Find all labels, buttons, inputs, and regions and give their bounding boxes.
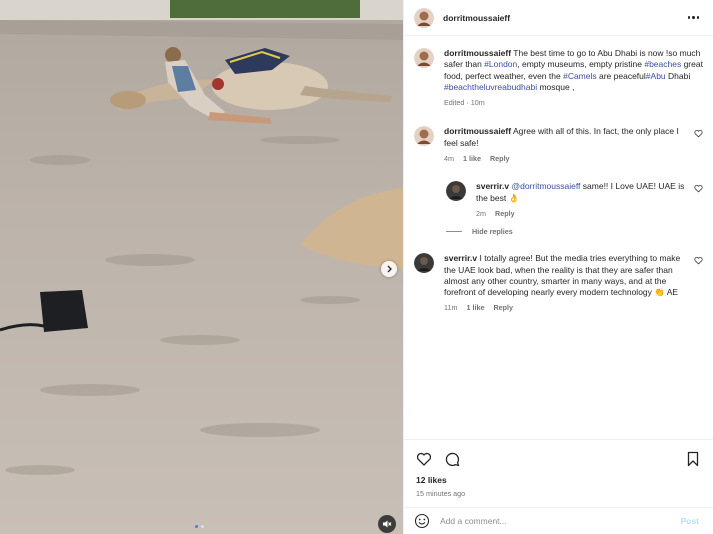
likes-count[interactable]: 12 likes <box>416 475 701 485</box>
next-media-button[interactable] <box>381 261 397 277</box>
author-username[interactable]: dorritmoussaieff <box>443 13 510 23</box>
comments-list[interactable]: dorritmoussaieff The best time to go to … <box>404 36 713 439</box>
hide-replies-button[interactable]: Hide replies <box>446 227 703 236</box>
carousel-dot <box>195 525 198 528</box>
caption-meta: Edited · 10m <box>444 97 703 108</box>
comment: dorritmoussaieff Agree with all of this.… <box>414 126 703 164</box>
comment-meta: 4m 1 like Reply <box>444 153 689 164</box>
heart-icon[interactable] <box>694 184 703 193</box>
avatar[interactable] <box>446 181 466 202</box>
comment-username[interactable]: dorritmoussaieff <box>444 126 511 136</box>
divider <box>446 231 462 233</box>
post-comment-button[interactable]: Post <box>681 516 699 526</box>
post-timestamp: 15 minutes ago <box>416 489 466 498</box>
comment-username[interactable]: sverrir.v <box>476 181 509 191</box>
post-sidebar: dorritmoussaieff dorritmoussaieff The be… <box>403 0 713 534</box>
instagram-post-viewer: dorritmoussaieff dorritmoussaieff The be… <box>0 0 713 534</box>
post-actions: 12 likes 15 minutes ago <box>404 439 713 498</box>
comment-icon[interactable] <box>444 451 460 467</box>
comment-meta: 11m 1 like Reply <box>444 302 689 313</box>
chevron-right-icon <box>387 265 392 273</box>
comment: sverrir.v I totally agree! But the media… <box>414 253 703 313</box>
caption-username[interactable]: dorritmoussaieff <box>444 48 511 58</box>
comment-time: 4m <box>444 154 454 164</box>
caption-text: mosque , <box>537 81 575 92</box>
caption-text: are peaceful <box>596 70 646 81</box>
speaker-muted-icon <box>383 520 392 528</box>
reply-button[interactable]: Reply <box>490 153 510 164</box>
more-options-icon[interactable] <box>687 16 699 19</box>
mention-link[interactable]: @dorritmoussaieff <box>511 181 580 191</box>
avatar[interactable] <box>414 7 434 28</box>
caption-text: , empty museums, empty pristine <box>517 59 645 70</box>
beach-camel-photo <box>0 0 403 534</box>
comment-likes[interactable]: 1 like <box>463 153 481 164</box>
avatar[interactable] <box>414 48 434 68</box>
hashtag-link[interactable]: #Camels <box>563 71 597 81</box>
post-caption: dorritmoussaieff The best time to go to … <box>414 48 703 108</box>
reply-button[interactable]: Reply <box>495 208 515 219</box>
post-media[interactable] <box>0 0 403 534</box>
hashtag-link[interactable]: #London <box>484 59 517 69</box>
comment-time: 11m <box>444 303 458 313</box>
reply-button[interactable]: Reply <box>493 302 513 313</box>
caption-text: Dhabi <box>665 70 691 81</box>
avatar[interactable] <box>414 126 434 147</box>
hashtag-link[interactable]: #beachtheluvreabudhabi <box>444 82 537 92</box>
post-header: dorritmoussaieff <box>404 0 713 36</box>
action-bar <box>416 450 701 468</box>
hashtag-link[interactable]: #beaches <box>644 59 681 69</box>
carousel-indicator <box>195 525 204 528</box>
comment-likes[interactable]: 1 like <box>466 302 484 313</box>
comment-username[interactable]: sverrir.v <box>444 253 477 263</box>
hashtag-link[interactable]: #Abu <box>646 71 666 81</box>
bookmark-icon[interactable] <box>685 451 701 467</box>
avatar[interactable] <box>414 253 434 274</box>
comment-input[interactable] <box>440 516 681 526</box>
carousel-dot <box>201 525 204 528</box>
hide-replies-label: Hide replies <box>472 227 513 237</box>
heart-icon[interactable] <box>416 451 432 467</box>
add-comment-bar: Post <box>404 507 713 534</box>
edited-label: Edited · 10m <box>444 98 485 108</box>
comment-time: 2m <box>476 208 486 218</box>
heart-icon[interactable] <box>694 256 703 265</box>
smiley-icon[interactable] <box>414 513 430 529</box>
comment-meta: 2m Reply <box>476 208 689 219</box>
comment-reply: sverrir.v @dorritmoussaieff same!! I Lov… <box>446 181 703 219</box>
comment-text: I totally agree! But the media tries eve… <box>444 253 681 298</box>
heart-icon[interactable] <box>694 129 703 138</box>
mute-button[interactable] <box>378 515 396 533</box>
